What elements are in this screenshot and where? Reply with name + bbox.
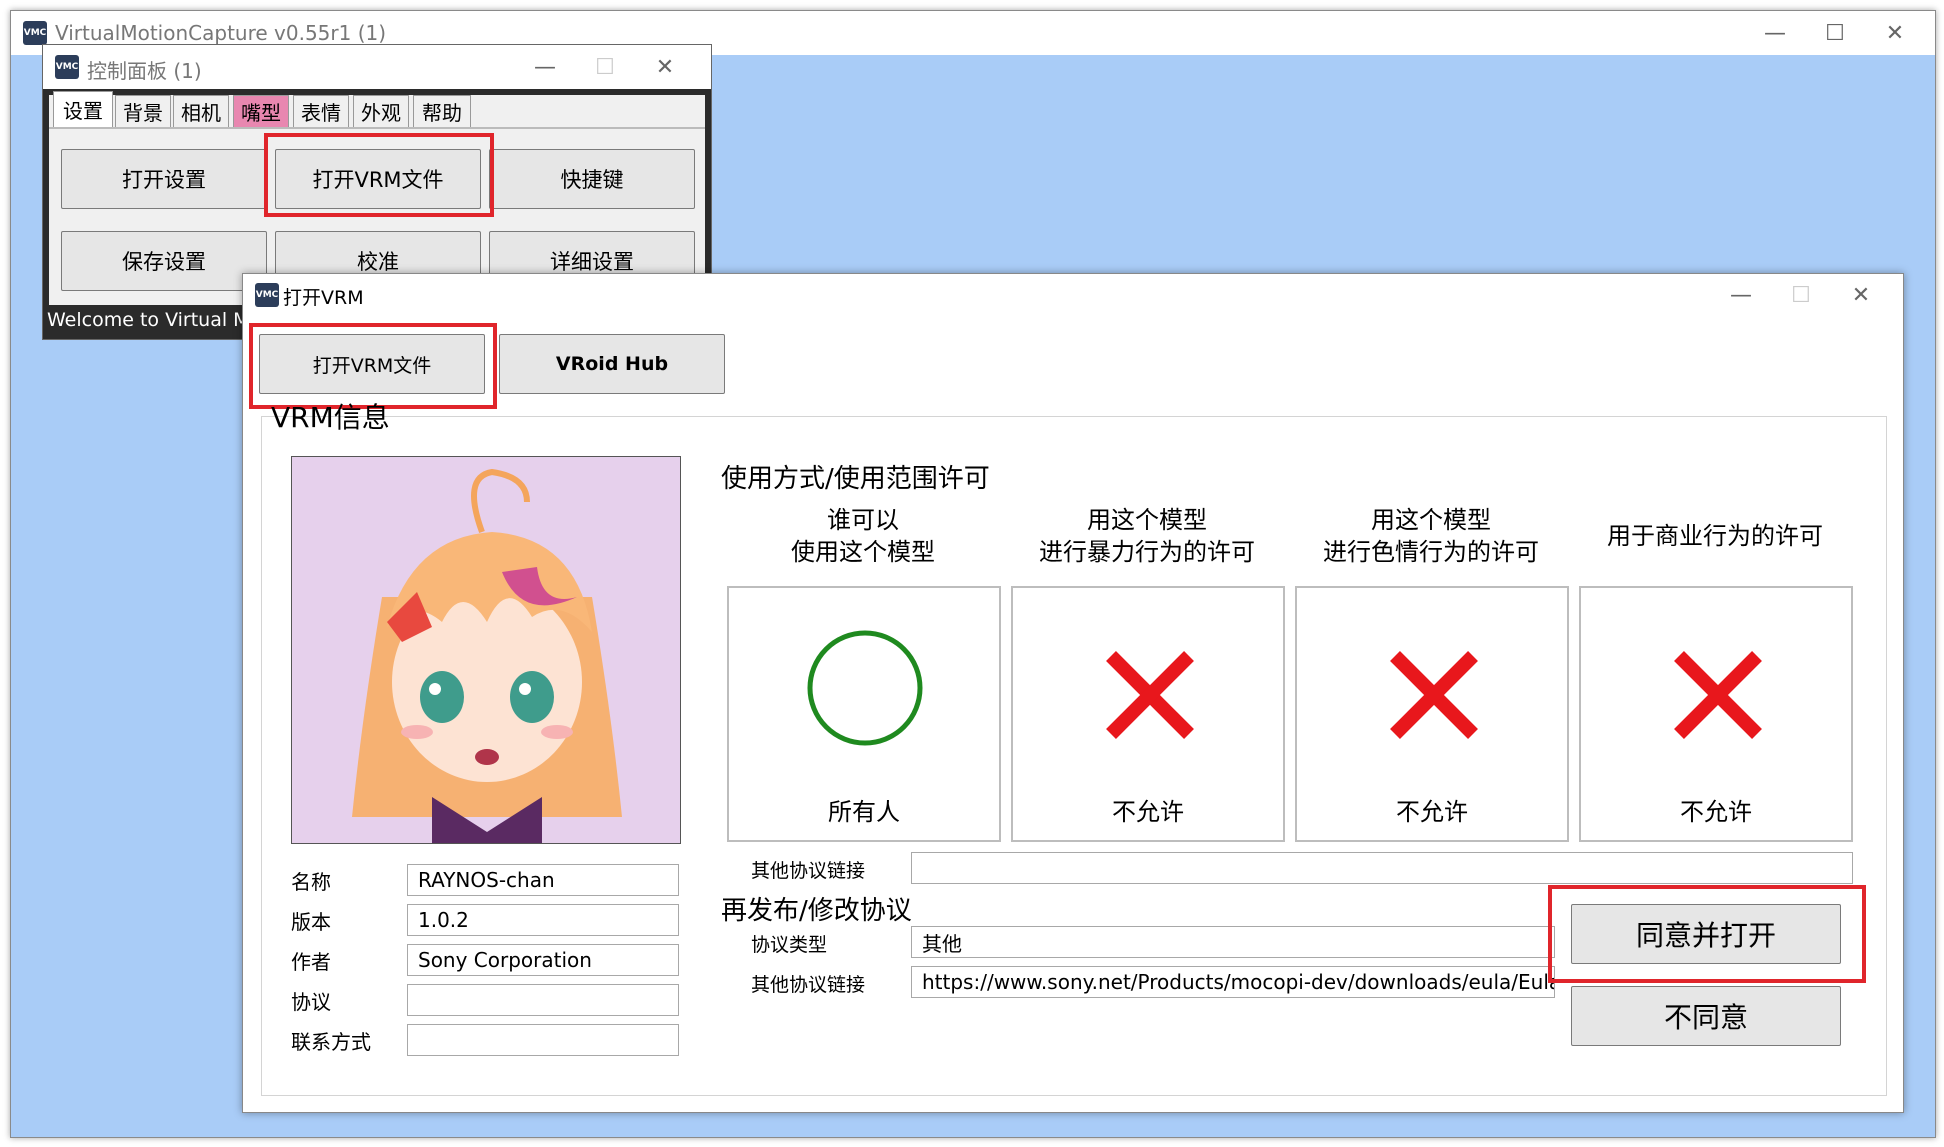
tab-expression[interactable]: 表情 [293, 95, 349, 127]
name-field[interactable]: RAYNOS-chan [407, 864, 679, 896]
permission-value-sexual: 不允许 [1396, 798, 1468, 826]
redistribution-link-field[interactable]: https://www.sony.net/Products/mocopi-dev… [911, 966, 1555, 998]
tab-lip-sync[interactable]: 嘴型 [233, 95, 289, 127]
open-settings-button[interactable]: 打开设置 [61, 149, 267, 209]
maximize-icon: ☐ [1791, 282, 1811, 308]
license-type-label: 协议类型 [751, 934, 828, 956]
permission-header-sexual: 用这个模型 进行色情行为的许可 [1323, 506, 1539, 566]
vroid-hub-button[interactable]: VRoid Hub [499, 334, 725, 394]
permission-value-who: 所有人 [828, 798, 900, 826]
permission-header-commercial: 用于商业行为的许可 [1607, 522, 1823, 550]
permission-header-who: 谁可以 使用这个模型 [791, 506, 935, 566]
close-icon[interactable]: ✕ [1831, 274, 1891, 316]
other-license-link-field[interactable] [911, 852, 1853, 884]
denied-cross-icon [1106, 651, 1194, 739]
permission-value-violence: 不允许 [1112, 798, 1184, 826]
close-icon[interactable]: ✕ [1865, 11, 1925, 55]
maximize-icon: ☐ [595, 54, 615, 80]
denied-cross-icon [1674, 651, 1762, 739]
allowed-circle-icon [807, 630, 923, 746]
vrm-dialog-titlebar[interactable]: VMC 打开VRM — ☐ ✕ [243, 274, 1903, 316]
permission-box-who: 所有人 [727, 586, 1001, 842]
status-text: Welcome to Virtual Mo [47, 309, 262, 331]
highlight-open-vrm-button [264, 133, 494, 217]
license-type-field[interactable]: 其他 [911, 926, 1555, 958]
redistribution-link-label: 其他协议链接 [751, 974, 866, 996]
control-panel-titlebar[interactable]: VMC 控制面板 (1) — ☐ ✕ [43, 45, 711, 89]
vrm-info-title: VRM信息 [271, 401, 390, 434]
permission-value-commercial: 不允许 [1680, 798, 1752, 826]
denied-cross-icon [1390, 651, 1478, 739]
other-license-link-label: 其他协议链接 [751, 860, 866, 882]
tab-appearance[interactable]: 外观 [353, 95, 409, 127]
vmc-app-icon: VMC [23, 21, 47, 45]
vrm-dialog-title: 打开VRM [283, 287, 364, 309]
usage-permissions-title: 使用方式/使用范围许可 [721, 464, 990, 494]
maximize-icon[interactable]: ☐ [1805, 11, 1865, 55]
disagree-button[interactable]: 不同意 [1571, 986, 1841, 1046]
minimize-icon[interactable]: — [515, 45, 575, 89]
shortcuts-button[interactable]: 快捷键 [489, 149, 695, 209]
tab-divider [49, 127, 705, 129]
contact-label: 联系方式 [291, 1030, 371, 1054]
permission-box-commercial: 不允许 [1579, 586, 1853, 842]
open-vrm-dialog: VMC 打开VRM — ☐ ✕ 打开VRM文件 VRoid Hub VRM信息 [242, 273, 1904, 1113]
tab-background[interactable]: 背景 [115, 95, 171, 127]
control-panel-title: 控制面板 (1) [87, 59, 202, 83]
tab-settings[interactable]: 设置 [53, 91, 113, 127]
vmc-app-icon: VMC [255, 283, 279, 307]
minimize-icon[interactable]: — [1711, 274, 1771, 316]
permission-header-violence: 用这个模型 进行暴力行为的许可 [1039, 506, 1255, 566]
tab-help[interactable]: 帮助 [413, 95, 471, 127]
vmc-app-icon: VMC [55, 55, 79, 79]
close-icon[interactable]: ✕ [635, 45, 695, 89]
highlight-agree-button [1548, 885, 1866, 983]
version-label: 版本 [291, 910, 331, 934]
license-field[interactable] [407, 984, 679, 1016]
permission-box-sexual: 不允许 [1295, 586, 1569, 842]
contact-field[interactable] [407, 1024, 679, 1056]
author-field[interactable]: Sony Corporation [407, 944, 679, 976]
minimize-icon[interactable]: — [1745, 11, 1805, 55]
redistribution-title: 再发布/修改协议 [721, 896, 912, 926]
version-field[interactable]: 1.0.2 [407, 904, 679, 936]
name-label: 名称 [291, 870, 331, 894]
save-settings-button[interactable]: 保存设置 [61, 231, 267, 291]
license-label: 协议 [291, 990, 331, 1014]
tab-camera[interactable]: 相机 [173, 95, 229, 127]
avatar-thumbnail [291, 456, 681, 844]
author-label: 作者 [291, 950, 331, 974]
main-window-title: VirtualMotionCapture v0.55r1 (1) [55, 21, 387, 45]
avatar-illustration [352, 468, 622, 843]
permission-box-violence: 不允许 [1011, 586, 1285, 842]
